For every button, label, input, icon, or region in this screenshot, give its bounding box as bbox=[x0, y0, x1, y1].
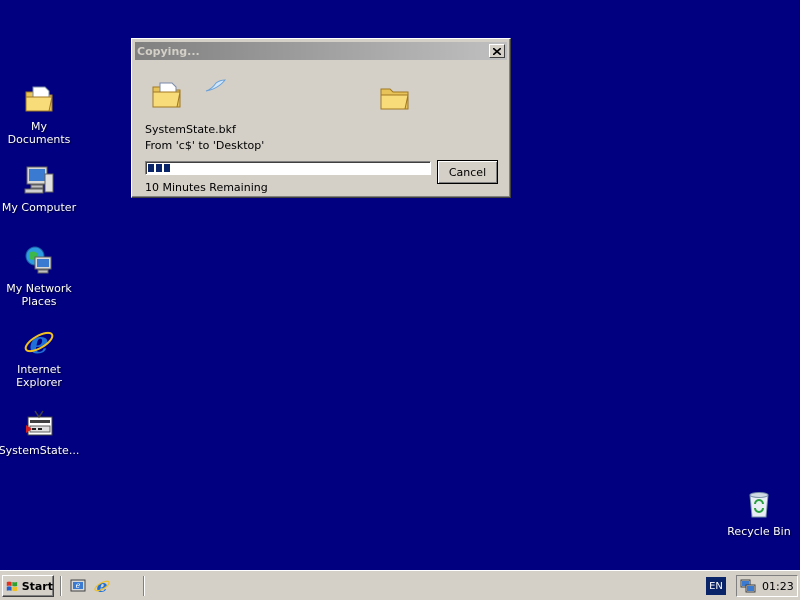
dialog-title: Copying... bbox=[137, 44, 200, 58]
copy-progress-dialog: Copying... SystemState.bkf From 'c$' to … bbox=[131, 38, 511, 198]
taskbar: Start e e EN 01:23 bbox=[0, 570, 800, 600]
desktop-icon-label: Internet Explorer bbox=[16, 363, 62, 389]
network-connection-icon[interactable] bbox=[740, 578, 756, 594]
desktop-icon-my-documents[interactable]: My Documents bbox=[0, 82, 78, 146]
desktop-icon-internet-explorer[interactable]: e Internet Explorer bbox=[0, 325, 78, 389]
source-folder-icon bbox=[152, 81, 182, 112]
svg-text:e: e bbox=[29, 326, 48, 358]
svg-text:e: e bbox=[97, 577, 108, 595]
my-computer-icon bbox=[22, 163, 56, 197]
close-button[interactable] bbox=[489, 44, 505, 58]
taskbar-clock[interactable]: 01:23 bbox=[762, 580, 794, 593]
internet-explorer-icon: e bbox=[22, 325, 56, 359]
windows-logo-icon bbox=[6, 581, 18, 592]
network-places-icon bbox=[22, 244, 56, 278]
desktop-icon-my-computer[interactable]: My Computer bbox=[0, 163, 78, 214]
copy-file-name: SystemState.bkf bbox=[145, 123, 236, 136]
dialog-titlebar[interactable]: Copying... bbox=[135, 42, 507, 60]
taskbar-separator bbox=[143, 576, 145, 596]
close-icon bbox=[493, 47, 501, 55]
progress-segment bbox=[156, 164, 162, 172]
language-indicator[interactable]: EN bbox=[706, 577, 726, 595]
svg-text:e: e bbox=[76, 581, 81, 590]
my-documents-icon bbox=[22, 82, 56, 116]
internet-explorer-icon[interactable]: e bbox=[93, 577, 111, 597]
start-label: Start bbox=[21, 579, 53, 593]
start-button[interactable]: Start bbox=[2, 575, 54, 597]
recycle-bin-icon bbox=[742, 487, 776, 521]
show-desktop-icon[interactable]: e bbox=[69, 577, 87, 595]
progress-segment bbox=[164, 164, 170, 172]
destination-folder-icon bbox=[380, 85, 410, 114]
taskbar-separator bbox=[60, 576, 62, 596]
desktop-icon-label: SystemState... bbox=[0, 444, 80, 457]
desktop-icon-systemstate[interactable]: SystemState... bbox=[0, 406, 80, 457]
copy-source-destination: From 'c$' to 'Desktop' bbox=[145, 139, 265, 152]
progress-segment bbox=[148, 164, 154, 172]
desktop-icon-recycle-bin[interactable]: Recycle Bin bbox=[720, 487, 798, 538]
cancel-button[interactable]: Cancel bbox=[437, 160, 498, 184]
progress-bar-fill bbox=[148, 164, 428, 172]
desktop-icon-network-places[interactable]: My Network Places bbox=[0, 244, 78, 308]
desktop-icon-label: My Network Places bbox=[6, 282, 72, 308]
system-tray: 01:23 bbox=[736, 575, 798, 597]
desktop-icon-label: My Documents bbox=[7, 120, 71, 146]
copy-progress-bar bbox=[145, 161, 431, 175]
flying-document-icon bbox=[204, 79, 227, 96]
backup-file-icon bbox=[22, 406, 56, 440]
desktop-icon-label: My Computer bbox=[1, 201, 77, 214]
desktop-icon-label: Recycle Bin bbox=[727, 525, 791, 538]
time-remaining: 10 Minutes Remaining bbox=[145, 181, 268, 194]
